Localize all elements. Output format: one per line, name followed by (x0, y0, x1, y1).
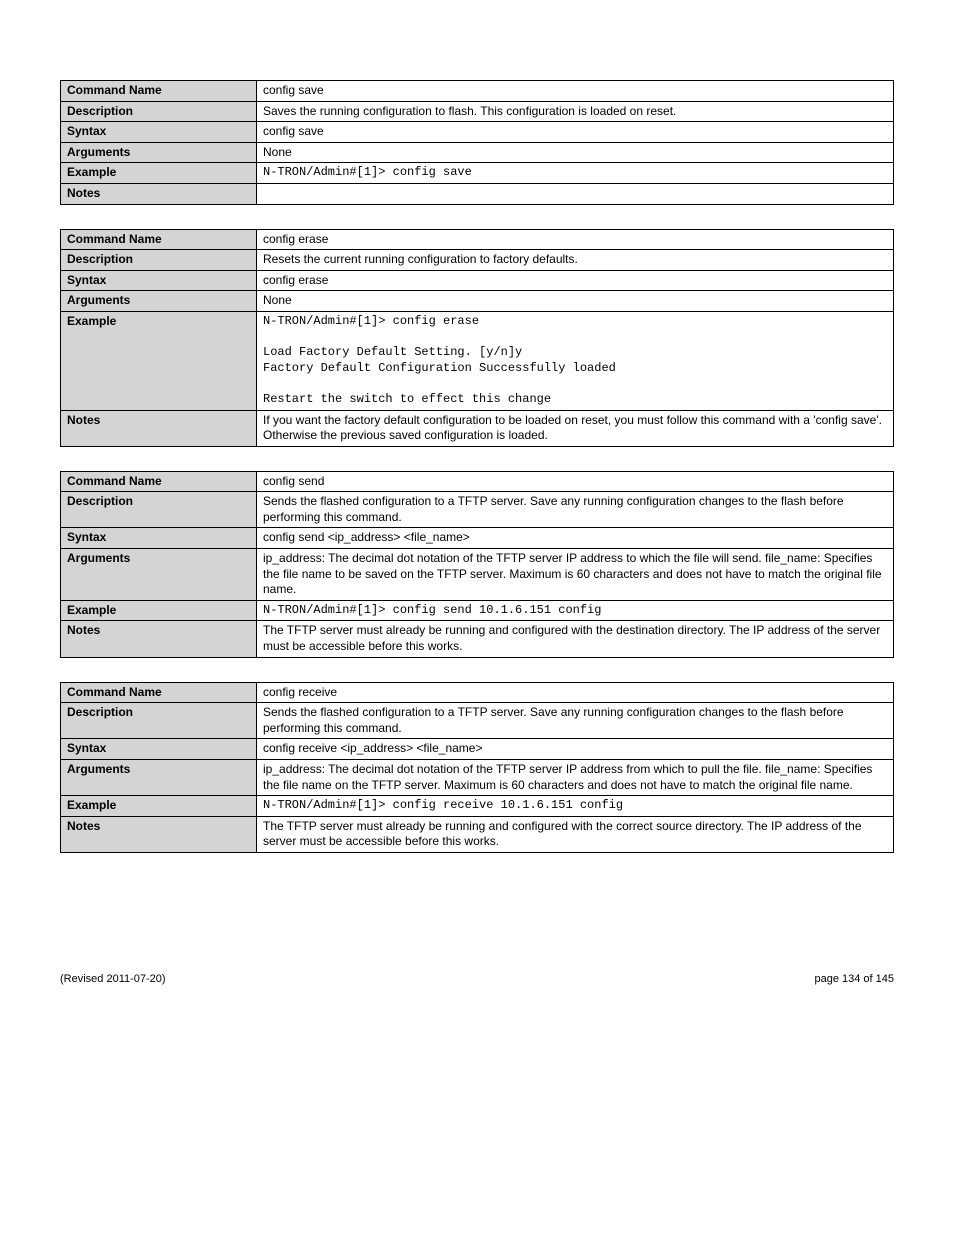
row-value: N-TRON/Admin#[1]> config receive 10.1.6.… (257, 796, 894, 817)
row-value: Sends the flashed configuration to a TFT… (257, 492, 894, 528)
row-value: N-TRON/Admin#[1]> config save (257, 163, 894, 184)
row-key: Description (61, 492, 257, 528)
table-row: ArgumentsNone (61, 142, 894, 163)
row-value: config save (257, 81, 894, 102)
table-row: ExampleN-TRON/Admin#[1]> config erase Lo… (61, 311, 894, 410)
row-value: ip_address: The decimal dot notation of … (257, 760, 894, 796)
command-table: Command Nameconfig saveDescriptionSaves … (60, 80, 894, 205)
table-row: DescriptionSends the flashed configurati… (61, 492, 894, 528)
row-key: Description (61, 250, 257, 271)
table-row: ExampleN-TRON/Admin#[1]> config receive … (61, 796, 894, 817)
row-key: Syntax (61, 739, 257, 760)
row-key: Example (61, 600, 257, 621)
table-row: ExampleN-TRON/Admin#[1]> config save (61, 163, 894, 184)
table-row: DescriptionSaves the running configurati… (61, 101, 894, 122)
footer-page: page 134 of 145 (814, 973, 894, 985)
row-key: Arguments (61, 549, 257, 601)
row-key: Arguments (61, 142, 257, 163)
row-key: Arguments (61, 760, 257, 796)
row-key: Syntax (61, 270, 257, 291)
row-key: Notes (61, 621, 257, 657)
table-row: Argumentsip_address: The decimal dot not… (61, 549, 894, 601)
command-block: Command Nameconfig eraseDescriptionReset… (60, 229, 894, 447)
table-row: Command Nameconfig erase (61, 229, 894, 250)
table-row: Notes (61, 183, 894, 204)
table-row: NotesThe TFTP server must already be run… (61, 621, 894, 657)
table-row: DescriptionResets the current running co… (61, 250, 894, 271)
row-value: N-TRON/Admin#[1]> config send 10.1.6.151… (257, 600, 894, 621)
row-key: Description (61, 703, 257, 739)
row-value (257, 183, 894, 204)
table-row: Syntaxconfig receive <ip_address> <file_… (61, 739, 894, 760)
row-key: Notes (61, 816, 257, 852)
row-value: N-TRON/Admin#[1]> config erase Load Fact… (257, 311, 894, 410)
row-value: config receive (257, 682, 894, 703)
command-table: Command Nameconfig sendDescriptionSends … (60, 471, 894, 658)
row-value: The TFTP server must already be running … (257, 816, 894, 852)
command-table: Command Nameconfig receiveDescriptionSen… (60, 682, 894, 853)
table-row: Syntaxconfig save (61, 122, 894, 143)
command-block: Command Nameconfig saveDescriptionSaves … (60, 80, 894, 205)
row-value: config erase (257, 270, 894, 291)
row-key: Syntax (61, 528, 257, 549)
row-key: Syntax (61, 122, 257, 143)
row-value: ip_address: The decimal dot notation of … (257, 549, 894, 601)
row-value: config send <ip_address> <file_name> (257, 528, 894, 549)
row-key: Notes (61, 410, 257, 446)
row-value: If you want the factory default configur… (257, 410, 894, 446)
table-row: Command Nameconfig send (61, 471, 894, 492)
table-row: Command Nameconfig receive (61, 682, 894, 703)
command-table: Command Nameconfig eraseDescriptionReset… (60, 229, 894, 447)
footer-revision: (Revised 2011-07-20) (60, 973, 166, 985)
row-key: Command Name (61, 229, 257, 250)
command-block: Command Nameconfig sendDescriptionSends … (60, 471, 894, 658)
command-block: Command Nameconfig receiveDescriptionSen… (60, 682, 894, 853)
row-value: config send (257, 471, 894, 492)
row-value: Sends the flashed configuration to a TFT… (257, 703, 894, 739)
row-key: Command Name (61, 682, 257, 703)
row-value: config receive <ip_address> <file_name> (257, 739, 894, 760)
row-value: config erase (257, 229, 894, 250)
row-value: None (257, 142, 894, 163)
row-value: Saves the running configuration to flash… (257, 101, 894, 122)
row-value: The TFTP server must already be running … (257, 621, 894, 657)
row-value: None (257, 291, 894, 312)
table-row: Command Nameconfig save (61, 81, 894, 102)
row-key: Command Name (61, 471, 257, 492)
row-key: Command Name (61, 81, 257, 102)
row-key: Example (61, 311, 257, 410)
row-key: Arguments (61, 291, 257, 312)
row-key: Example (61, 796, 257, 817)
table-row: Argumentsip_address: The decimal dot not… (61, 760, 894, 796)
table-row: Syntaxconfig erase (61, 270, 894, 291)
table-row: NotesThe TFTP server must already be run… (61, 816, 894, 852)
table-row: Syntaxconfig send <ip_address> <file_nam… (61, 528, 894, 549)
table-row: NotesIf you want the factory default con… (61, 410, 894, 446)
row-key: Notes (61, 183, 257, 204)
table-row: DescriptionSends the flashed configurati… (61, 703, 894, 739)
table-row: ArgumentsNone (61, 291, 894, 312)
row-value: Resets the current running configuration… (257, 250, 894, 271)
row-key: Description (61, 101, 257, 122)
row-value: config save (257, 122, 894, 143)
table-row: ExampleN-TRON/Admin#[1]> config send 10.… (61, 600, 894, 621)
row-key: Example (61, 163, 257, 184)
